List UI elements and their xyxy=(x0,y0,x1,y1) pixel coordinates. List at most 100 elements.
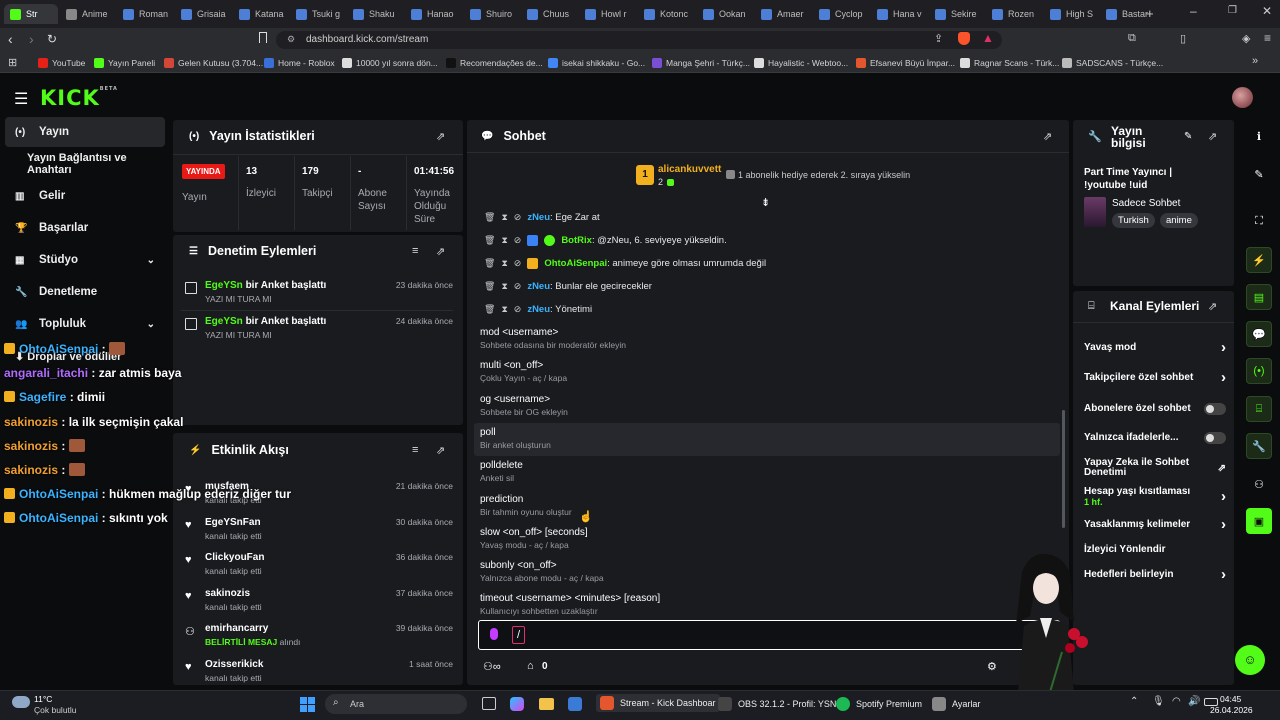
popout-icon[interactable]: ⇗ xyxy=(436,130,445,143)
chat-input-box[interactable] xyxy=(478,620,1060,650)
timeout-icon[interactable]: ⧗ xyxy=(501,212,507,223)
panel-shortcut-icon[interactable]: ⌸ xyxy=(1246,396,1272,422)
activity-user[interactable]: emirhancarry xyxy=(205,623,268,634)
brave-shield-icon[interactable] xyxy=(958,32,970,45)
ban-icon[interactable]: ⊘ xyxy=(514,281,522,292)
bookmark-page-icon[interactable] xyxy=(259,32,267,43)
info-icon[interactable]: ℹ xyxy=(1246,123,1272,149)
delete-icon[interactable]: 🗑 xyxy=(484,281,495,292)
timeout-icon[interactable]: ⧗ xyxy=(501,304,507,315)
wrench-shortcut-icon[interactable]: 🔧 xyxy=(1246,433,1272,459)
delete-icon[interactable]: 🗑 xyxy=(484,212,495,223)
chat-input-value[interactable]: / xyxy=(512,626,525,644)
timeout-icon[interactable]: ⧗ xyxy=(501,258,507,269)
bookmark-item[interactable]: Manga Şehri - Türkç... xyxy=(652,55,750,70)
browser-tab[interactable]: Ookan xyxy=(697,4,753,24)
weather-temp[interactable]: 11°C xyxy=(34,694,52,704)
popout-icon[interactable]: ⇗ xyxy=(436,245,445,258)
command-suggestion[interactable]: poll Bir anket oluşturun xyxy=(474,422,1060,456)
nav-item[interactable]: 👥 Topluluk ⌄ xyxy=(5,309,165,339)
reload-icon[interactable]: ↻ xyxy=(47,32,57,46)
bookmark-item[interactable]: Yayın Paneli xyxy=(94,55,155,70)
ban-icon[interactable]: ⊘ xyxy=(514,212,522,223)
store-icon[interactable]: ⌂ xyxy=(527,660,534,672)
chat-message[interactable]: 🗑 ⧗ ⊘ zNeu: Bunlar ele gecirecekler xyxy=(484,281,652,292)
chat-username[interactable]: zNeu xyxy=(527,281,550,292)
browser-tab[interactable]: Amaer xyxy=(755,4,811,24)
copilot-icon[interactable] xyxy=(510,697,524,711)
tray-chevron-icon[interactable]: ⌃ xyxy=(1130,696,1138,707)
clock-time[interactable]: 04:45 xyxy=(1220,694,1241,704)
bookmark-item[interactable]: 10000 yıl sonra dön... xyxy=(342,55,438,70)
command-suggestion[interactable]: mod <username> Sohbete odasına bir modera… xyxy=(474,323,1060,356)
nav-item[interactable]: ▦ Stüdyo ⌄ xyxy=(5,245,165,275)
activity-item[interactable]: ♥ EgeYSnFan kanalı takip etti 30 dakika önc… xyxy=(181,517,453,547)
chat-settings-icon[interactable]: ⚙ xyxy=(987,660,997,673)
store-app-icon[interactable] xyxy=(568,697,582,711)
nav-item[interactable]: ▥ Gelir xyxy=(5,181,165,211)
tag-pill[interactable]: Turkish xyxy=(1112,213,1155,228)
chat-message[interactable]: 🗑 ⧗ ⊘ zNeu: Yönetimi xyxy=(484,304,592,315)
channel-action-item[interactable]: Yasaklanmış kelimeler › xyxy=(1084,517,1226,532)
activity-user[interactable]: ClickyouFan xyxy=(205,552,264,563)
activity-user[interactable]: sakinozis xyxy=(205,588,250,599)
activity-item[interactable]: ⚇ emirhancarry BELİRTİLİ MESAJ alındı 39 da… xyxy=(181,623,453,653)
chat-message[interactable]: 🗑 ⧗ ⊘ BotRix: @zNeu, 6. seviyeye yükseldin. xyxy=(484,235,727,246)
edit-icon[interactable]: ✎ xyxy=(1184,131,1192,142)
bookmark-item[interactable]: Recomendações de... xyxy=(446,55,543,70)
nav-item[interactable]: Yayın Bağlantısı ve Anahtarı xyxy=(5,149,165,179)
toggle-switch[interactable] xyxy=(1204,432,1226,444)
chat-username[interactable]: zNeu xyxy=(527,212,550,223)
task-view-icon[interactable] xyxy=(482,697,496,710)
browser-tab[interactable]: High S xyxy=(1044,4,1098,24)
file-explorer-icon[interactable] xyxy=(539,698,554,710)
command-scrollbar[interactable] xyxy=(1062,410,1065,528)
site-info-icon[interactable]: ⚙ xyxy=(287,34,295,45)
moderation-user[interactable]: EgeYSn xyxy=(205,316,243,327)
toggle-switch[interactable] xyxy=(1204,403,1226,415)
browser-tab[interactable]: Rozen xyxy=(986,4,1042,24)
community-icon[interactable]: ⚇∞ xyxy=(483,660,501,673)
browser-tab[interactable]: Anime xyxy=(60,4,115,24)
browser-tab[interactable]: Cyclop xyxy=(813,4,869,24)
mic-tray-icon[interactable]: 🎙 xyxy=(1152,696,1165,707)
taskbar-search[interactable] xyxy=(325,694,467,714)
chat-message[interactable]: 🗑 ⧗ ⊘ OhtoAiSenpai: animeye göre olması umr… xyxy=(484,258,766,269)
activity-user[interactable]: EgeYSnFan xyxy=(205,517,261,528)
channel-action-item[interactable]: Abonelere özel sohbet xyxy=(1084,403,1226,415)
help-chat-button[interactable]: ☺ xyxy=(1235,645,1265,675)
close-window-button[interactable]: ✕ xyxy=(1262,4,1272,18)
pencil-icon[interactable]: ✎ xyxy=(1246,161,1272,187)
chat-message[interactable]: 🗑 ⧗ ⊘ zNeu: Ege Zar at xyxy=(484,212,600,223)
browser-tab[interactable]: Chuus xyxy=(521,4,577,24)
channel-action-item[interactable]: İzleyici Yönlendir xyxy=(1084,545,1226,555)
browser-tab[interactable]: Howl r xyxy=(579,4,636,24)
browser-tab[interactable]: Str xyxy=(4,4,58,24)
channel-action-item[interactable]: Yalnızca ifadelerle... xyxy=(1084,432,1226,444)
minimize-button[interactable]: – xyxy=(1190,4,1197,18)
browser-tab[interactable]: Roman xyxy=(117,4,173,24)
back-icon[interactable]: ‹ xyxy=(8,31,13,47)
tag-pill[interactable]: anime xyxy=(1160,213,1198,228)
delete-icon[interactable]: 🗑 xyxy=(484,235,495,246)
browser-tab[interactable]: Sekire xyxy=(929,4,984,24)
moderation-user[interactable]: EgeYSn xyxy=(205,280,243,291)
bookmark-item[interactable]: Ragnar Scans - Türk... xyxy=(960,55,1059,70)
more-bookmarks-icon[interactable]: » xyxy=(1252,55,1258,67)
avatar[interactable] xyxy=(1232,87,1253,108)
extensions-icon[interactable]: ⧉ xyxy=(1128,32,1136,45)
bookmark-item[interactable]: isekai shikkaku - Go... xyxy=(548,55,645,70)
command-suggestion[interactable]: timeout <username> <minutes> [reason] Kul… xyxy=(474,589,1060,622)
volume-icon[interactable]: 🔊 xyxy=(1188,696,1200,707)
popout-icon[interactable]: ⇗ xyxy=(1208,130,1217,143)
bookmark-item[interactable]: Hayalistic - Webtoo... xyxy=(754,55,848,70)
activity-user[interactable]: Ozisserikick xyxy=(205,659,263,670)
browser-tab[interactable]: Kotonc xyxy=(638,4,695,24)
extension-shortcut-icon[interactable]: ▣ xyxy=(1246,508,1272,534)
bookmark-item[interactable]: SADSCANS - Türkçe... xyxy=(1062,55,1163,70)
moderation-item[interactable]: EgeYSn bir Anket başlattı YAZI MI TURA MI… xyxy=(181,280,453,311)
activity-item[interactable]: ♥ ClickyouFan kanalı takip etti 36 dakika ö… xyxy=(181,552,453,582)
command-suggestion[interactable]: multi <on_off> Çoklu Yayın - aç / kapa xyxy=(474,356,1060,389)
taskbar-app[interactable]: Spotify Premium xyxy=(836,697,922,711)
share-icon[interactable]: ⇪ xyxy=(934,32,943,45)
